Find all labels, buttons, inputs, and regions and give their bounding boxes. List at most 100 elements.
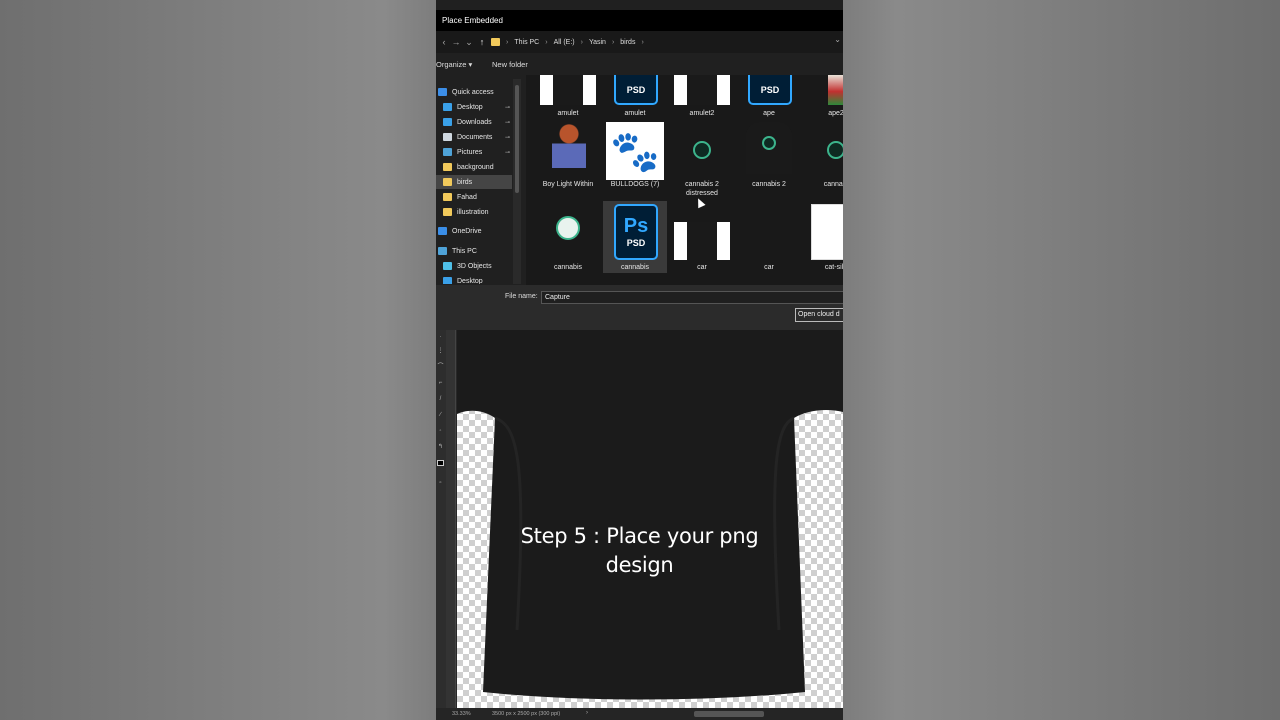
eraser-tool-icon[interactable]: ◦ xyxy=(437,428,444,434)
sidebar-item-label: Downloads xyxy=(457,118,492,126)
open-cloud-button[interactable]: Open cloud d xyxy=(795,308,843,322)
lasso-tool-icon[interactable]: ⌒ xyxy=(437,364,444,370)
dialog-title: Place Embedded xyxy=(436,10,843,31)
tshirt-mockup xyxy=(457,330,843,700)
cloud-icon xyxy=(438,227,447,235)
quick-mask-icon[interactable]: ▫ xyxy=(437,480,444,486)
file-item[interactable]: PsPSDcar xyxy=(737,75,801,285)
screen-recording: Place Embedded ‹ → ⌄ ↑ › This PC › All (… xyxy=(436,0,843,720)
cat-sketch-thumbnail xyxy=(811,204,843,260)
sidebar-item-label: This PC xyxy=(452,247,477,255)
sidebar-item-pictures[interactable]: Pictures ⊸ xyxy=(436,145,512,159)
chevron-right-icon: › xyxy=(580,38,583,46)
file-grid: amulet PSD amulet amulet2 PSD ape ape2 Boy Ligh… xyxy=(526,75,843,285)
chevron-right-icon: › xyxy=(545,38,548,46)
horizontal-scrollbar[interactable] xyxy=(694,711,764,717)
sidebar-item-onedrive[interactable]: OneDrive xyxy=(436,224,512,238)
file-item[interactable]: cat-silh xyxy=(804,75,843,285)
breadcrumb-item[interactable]: Yasin xyxy=(589,39,606,46)
file-name-label: File name: xyxy=(505,293,538,300)
sidebar-item-label: Fahad xyxy=(457,193,477,201)
file-item[interactable]: car xyxy=(670,75,734,285)
folder-icon xyxy=(443,193,452,201)
caption-line: design xyxy=(605,553,674,577)
sidebar-item-desktop[interactable]: Desktop xyxy=(436,274,512,284)
navigation-pane: Desktop 3D Objects This PC OneDrive illustra… xyxy=(436,79,522,284)
sidebar-item-label: birds xyxy=(457,178,473,186)
chevron-right-icon: › xyxy=(641,38,644,46)
documents-icon xyxy=(443,133,452,141)
pen-tool-icon[interactable]: ↰ xyxy=(437,444,444,450)
file-item[interactable]: cannabis xyxy=(536,75,600,285)
pc-icon xyxy=(438,247,447,255)
breadcrumb[interactable]: › This PC › All (E:) › Yasin › birds › xyxy=(491,35,644,49)
photoshop-file-icon: Ps PSD xyxy=(614,204,658,260)
status-arrow-icon[interactable]: › xyxy=(586,710,588,716)
pin-icon: ⊸ xyxy=(504,119,510,126)
file-item-label: BULLDOGS (7) xyxy=(610,181,660,188)
marquee-tool-icon[interactable]: ⋮ xyxy=(437,348,444,354)
sidebar-item-documents[interactable]: Documents ⊸ xyxy=(436,130,512,144)
nav-scrollbar[interactable] xyxy=(513,79,521,284)
video-caption: Step 5 : Place your png design xyxy=(436,522,843,580)
cannabis-logo-thumbnail xyxy=(556,216,580,240)
psd-label-text: PSD xyxy=(626,238,646,248)
tshirt-thumbnail xyxy=(674,222,730,260)
breadcrumb-item[interactable]: All (E:) xyxy=(554,39,575,46)
move-tool-icon[interactable]: · xyxy=(437,334,444,340)
filename-row: File name: Capture Open cloud d xyxy=(436,285,843,330)
nav-scroll-thumb[interactable] xyxy=(515,85,519,193)
zoom-level[interactable]: 33.33% xyxy=(452,711,471,717)
file-item-label: cannabis xyxy=(553,264,583,271)
brush-tool-icon[interactable]: ∕ xyxy=(437,412,444,418)
new-folder-button[interactable]: New folder xyxy=(492,60,528,69)
tools-panel: · ⋮ ⌒ ⌐ / ∕ ◦ ↰ ▫ xyxy=(436,330,446,710)
sidebar-item-3d-objects[interactable]: 3D Objects xyxy=(436,259,512,273)
file-item[interactable]: Ps PSD cannabis xyxy=(603,201,667,273)
folder-icon xyxy=(443,178,452,186)
pin-icon: ⊸ xyxy=(504,134,510,141)
document-canvas[interactable] xyxy=(457,330,843,708)
photoshop-workspace: · ⋮ ⌒ ⌐ / ∕ ◦ ↰ ▫ Step 5 : Place your pn… xyxy=(436,330,843,720)
sidebar-item-label: Desktop xyxy=(457,277,483,285)
eyedropper-tool-icon[interactable]: / xyxy=(437,396,444,402)
sidebar-item-downloads[interactable]: Downloads ⊸ xyxy=(436,115,512,129)
sidebar-item-birds[interactable]: birds xyxy=(436,175,512,189)
desktop-icon xyxy=(443,103,452,111)
sidebar-item-label: Quick access xyxy=(452,88,494,96)
file-item-label: car xyxy=(764,264,774,271)
sidebar-item-label: Documents xyxy=(457,133,493,141)
tshirt-shape xyxy=(687,222,717,260)
desktop-icon xyxy=(443,277,452,284)
sidebar-item-label: Pictures xyxy=(457,148,483,156)
crop-tool-icon[interactable]: ⌐ xyxy=(437,380,444,386)
file-item-label: car xyxy=(697,264,707,271)
file-name-input[interactable]: Capture xyxy=(541,291,843,304)
folder-icon xyxy=(491,38,500,46)
dialog-toolbar: Organize ▾ New folder xyxy=(436,55,843,75)
paw-print-thumbnail: 🐾 xyxy=(606,122,664,180)
sidebar-item-label: 3D Objects xyxy=(457,262,492,270)
chevron-down-icon[interactable]: ⌄ xyxy=(834,35,841,44)
up-arrow-icon[interactable]: ↑ xyxy=(476,35,488,49)
file-item-label: cannabis xyxy=(620,264,650,271)
sidebar-item-illustration[interactable]: illustration xyxy=(436,205,512,219)
back-arrow-icon[interactable]: ‹ xyxy=(438,35,450,49)
organize-button[interactable]: Organize ▾ xyxy=(436,60,472,69)
sidebar-item-background[interactable]: background xyxy=(436,160,512,174)
recent-chevron-icon[interactable]: ⌄ xyxy=(463,35,475,49)
file-item-label: cat-silh xyxy=(824,264,843,271)
breadcrumb-item[interactable]: This PC xyxy=(514,39,539,46)
caption-line: Step 5 : Place your png xyxy=(520,524,759,548)
sidebar-item-quick-access[interactable]: Quick access xyxy=(436,85,512,99)
pin-icon: ⊸ xyxy=(504,149,510,156)
breadcrumb-item[interactable]: birds xyxy=(620,39,635,46)
file-dialog: Place Embedded ‹ → ⌄ ↑ › This PC › All (… xyxy=(436,0,843,330)
sidebar-item-desktop[interactable]: Desktop ⊸ xyxy=(436,100,512,114)
folder-icon xyxy=(443,208,452,216)
forward-arrow-icon[interactable]: → xyxy=(450,35,462,49)
sidebar-item-fahad[interactable]: Fahad xyxy=(436,190,512,204)
sidebar-item-this-pc[interactable]: This PC xyxy=(436,244,512,258)
color-swatch-icon[interactable] xyxy=(437,460,444,466)
chevron-right-icon: › xyxy=(611,38,615,46)
